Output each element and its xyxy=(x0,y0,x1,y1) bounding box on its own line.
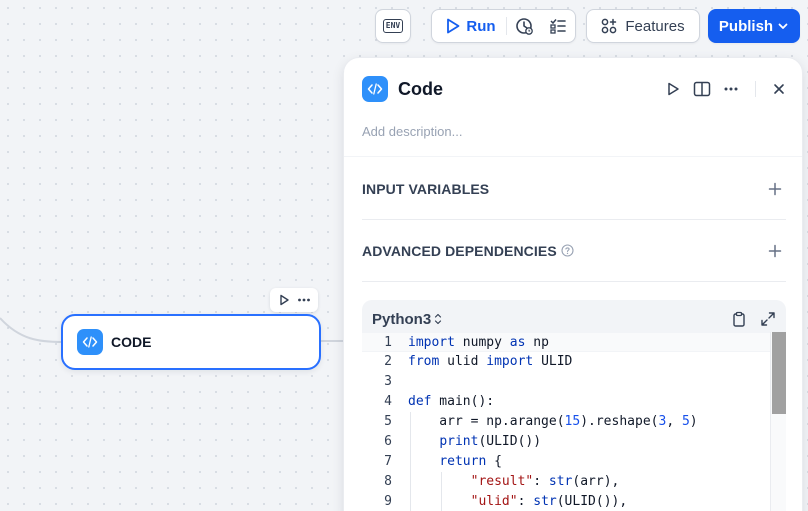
node-label: CODE xyxy=(111,334,152,350)
env-icon: ENV xyxy=(382,19,404,33)
code-line: 2 from ulid import ULID xyxy=(384,354,573,369)
code-line: 7 return { xyxy=(384,454,502,469)
node-run-icon[interactable] xyxy=(278,294,290,306)
env-button[interactable]: ENV xyxy=(375,9,411,43)
code-icon xyxy=(362,76,388,102)
more-icon[interactable] xyxy=(723,81,739,97)
scrollbar-thumb[interactable] xyxy=(772,332,786,414)
input-variables-section: INPUT VARIABLES xyxy=(362,158,786,220)
indent-guide xyxy=(410,412,411,511)
code-editor: Python3 1 import numpy as np 2 from ulid i… xyxy=(362,300,786,511)
code-content[interactable]: 1 import numpy as np 2 from ulid import UL… xyxy=(362,332,786,511)
chevron-down-icon xyxy=(778,23,788,29)
input-variables-title: INPUT VARIABLES xyxy=(362,180,490,197)
play-icon xyxy=(447,18,460,34)
features-icon xyxy=(602,18,617,34)
panel-title[interactable]: Code xyxy=(398,79,443,100)
node-more-icon[interactable] xyxy=(297,294,311,306)
language-selector[interactable]: Python3 xyxy=(372,311,431,328)
add-input-variable-icon[interactable] xyxy=(768,182,782,196)
code-line: 4 def main(): xyxy=(384,394,495,409)
code-line: 6 print(ULID()) xyxy=(384,434,542,449)
panel-header: Code xyxy=(362,76,786,102)
run-history-button[interactable] xyxy=(507,10,541,42)
panel-divider xyxy=(344,156,802,157)
split-view-icon[interactable] xyxy=(693,81,711,97)
publish-label: Publish xyxy=(718,17,774,35)
checklist-icon xyxy=(549,19,566,34)
editor-header: Python3 xyxy=(372,308,776,330)
header-divider xyxy=(755,81,756,97)
code-panel: Code Add description... INPUT VARIABLES … xyxy=(343,57,803,511)
help-icon[interactable] xyxy=(561,244,574,257)
code-line: 5 arr = np.arange(15).reshape(3, 5) xyxy=(384,414,698,429)
clipboard-icon[interactable] xyxy=(732,311,746,327)
code-icon xyxy=(77,329,103,355)
editor-actions xyxy=(732,311,776,327)
outgoing-edge xyxy=(320,340,344,342)
advanced-dependencies-title: ADVANCED DEPENDENCIES xyxy=(362,242,557,259)
play-icon[interactable] xyxy=(665,81,681,97)
select-arrows-icon[interactable] xyxy=(433,312,443,326)
code-node[interactable]: CODE xyxy=(61,314,321,370)
code-line: 1 import numpy as np xyxy=(362,332,770,352)
advanced-dependencies-section: ADVANCED DEPENDENCIES xyxy=(362,220,786,282)
editor-scrollbar[interactable] xyxy=(770,332,786,511)
node-toolbar xyxy=(270,288,318,312)
run-label: Run xyxy=(466,17,496,35)
code-line: 8 "result": str(arr), xyxy=(384,474,620,489)
add-dependency-icon[interactable] xyxy=(768,244,782,258)
incoming-edge xyxy=(0,317,62,343)
publish-button[interactable]: Publish xyxy=(708,9,800,43)
features-button[interactable]: Features xyxy=(586,9,700,43)
run-toolbar-group: Run xyxy=(431,9,576,43)
clock-history-icon xyxy=(515,18,533,35)
indent-guide xyxy=(441,472,442,511)
features-label: Features xyxy=(625,17,685,35)
code-line: 3 xyxy=(384,374,392,389)
run-button[interactable]: Run xyxy=(432,10,505,42)
checklist-button[interactable] xyxy=(541,10,575,42)
close-icon[interactable] xyxy=(772,82,786,96)
panel-header-actions xyxy=(665,81,786,97)
code-line: 9 "ulid": str(ULID()), xyxy=(384,494,628,509)
description-input[interactable]: Add description... xyxy=(362,124,462,139)
expand-icon[interactable] xyxy=(760,311,776,327)
